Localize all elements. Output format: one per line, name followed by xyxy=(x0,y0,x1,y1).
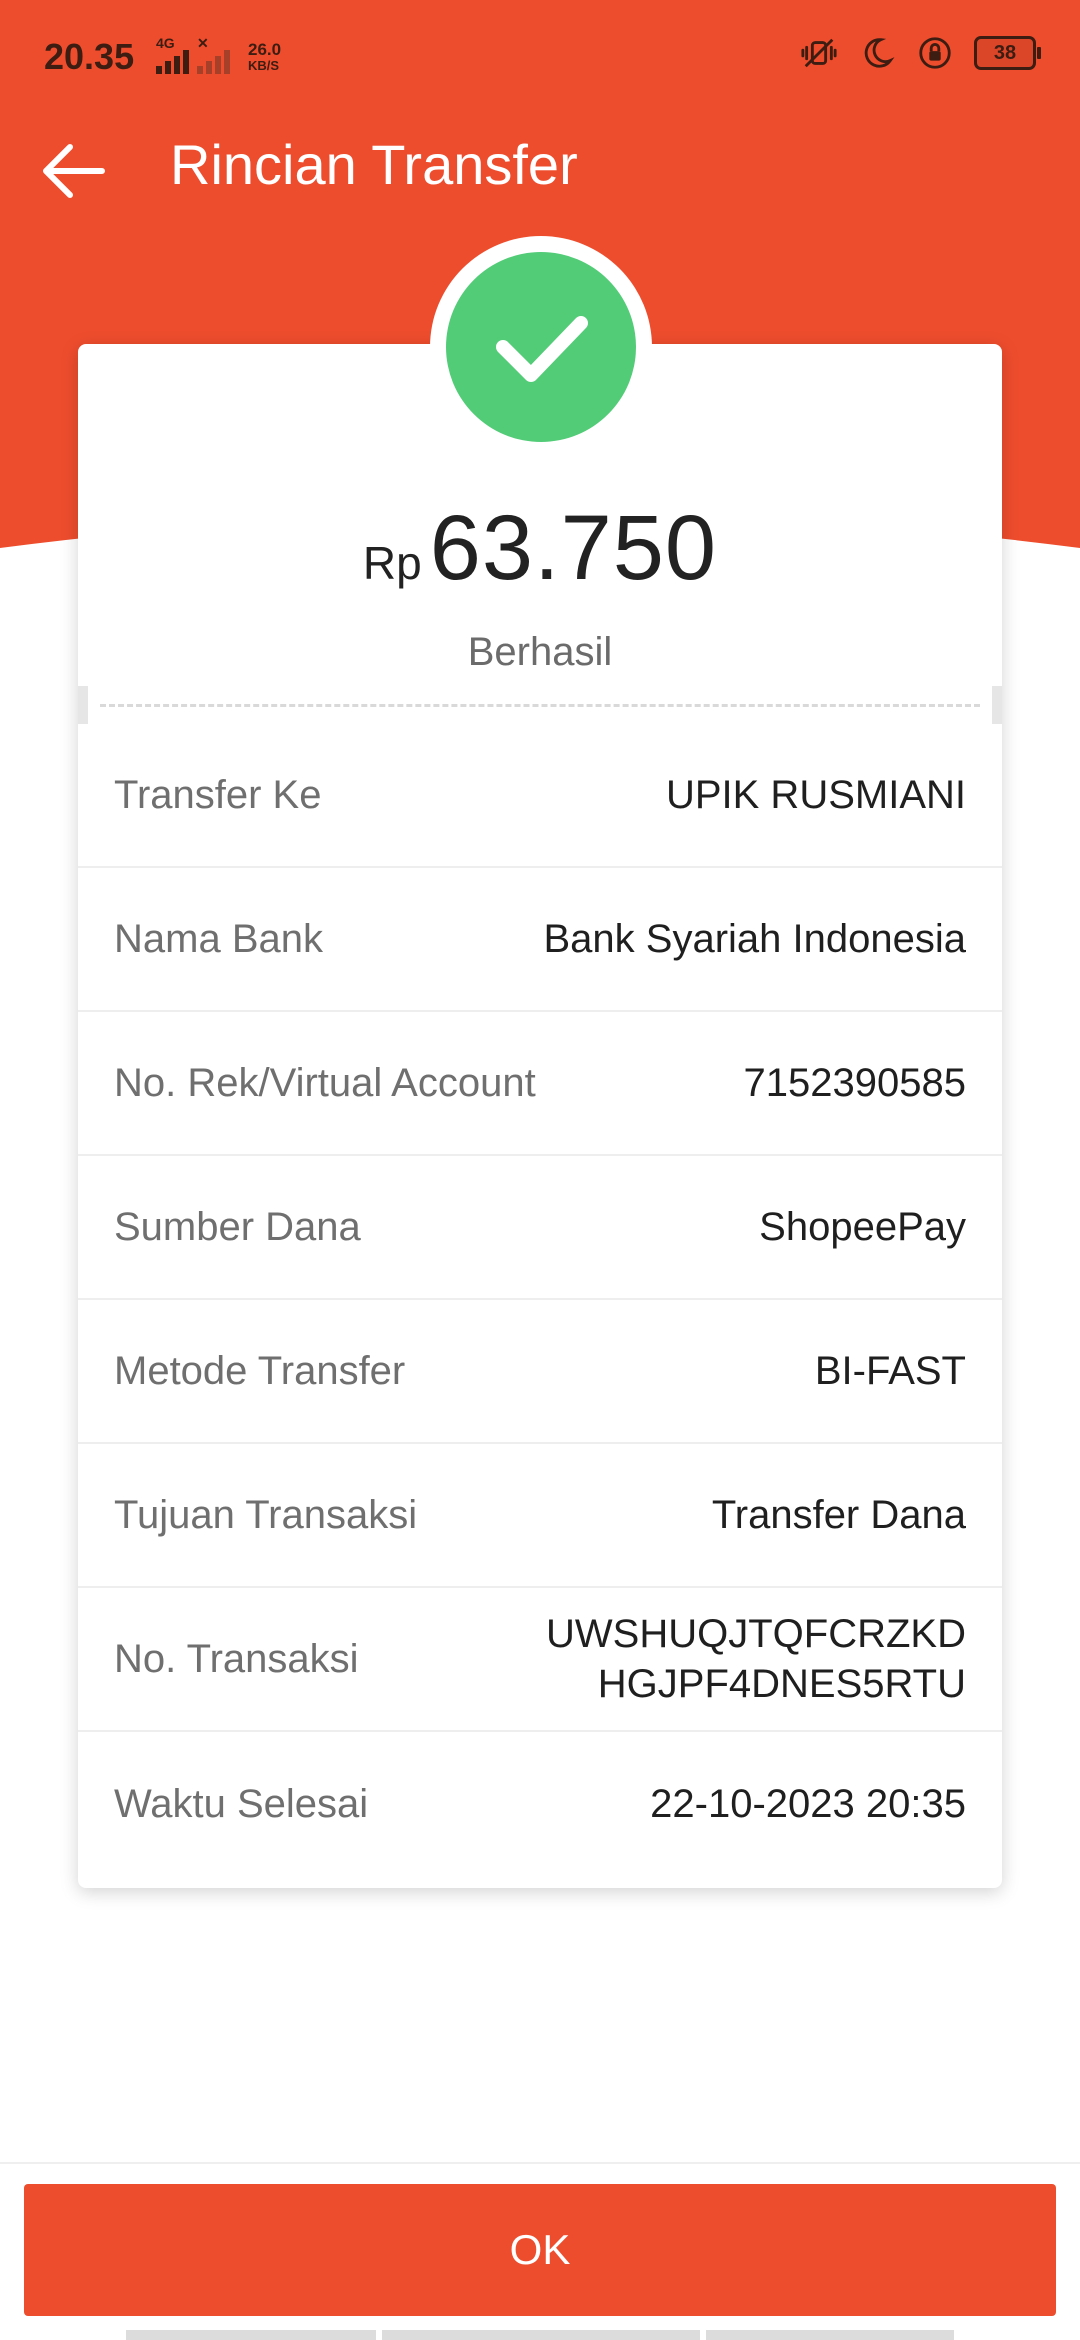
detail-label: No. Rek/Virtual Account xyxy=(114,1060,536,1105)
detail-value: UPIK RUSMIANI xyxy=(665,772,966,817)
ok-button[interactable]: OK xyxy=(24,2184,1056,2316)
detail-label: Sumber Dana xyxy=(114,1204,361,1249)
status-time: 20.35 xyxy=(44,36,135,77)
detail-value: ShopeePay xyxy=(759,1204,966,1249)
speed-unit: KB/S xyxy=(248,58,280,73)
network-type-label: 4G xyxy=(156,35,175,51)
detail-value: 22-10-2023 20:35 xyxy=(650,1781,966,1826)
detail-value: 7152390585 xyxy=(743,1060,966,1105)
signal-strength-2-icon xyxy=(197,50,230,74)
battery-icon: 38 xyxy=(974,36,1041,70)
detail-label: Metode Transfer xyxy=(114,1348,406,1393)
speed-value: 26.0 xyxy=(248,40,282,59)
status-right-icons: 38 xyxy=(800,34,1041,72)
bottom-divider xyxy=(0,2162,1080,2164)
detail-row-metode-transfer: Metode Transfer BI-FAST xyxy=(78,1300,1002,1444)
detail-row-sumber-dana: Sumber Dana ShopeePay xyxy=(78,1156,1002,1300)
signal-group-1: 4G xyxy=(156,36,189,74)
rotation-lock-icon xyxy=(919,37,951,69)
transfer-amount: Rp63.750 xyxy=(0,496,1080,601)
success-badge xyxy=(430,236,652,458)
check-icon xyxy=(496,316,588,382)
nav-hint-right xyxy=(706,2330,954,2340)
detail-list: Transfer Ke UPIK RUSMIANI Nama Bank Bank… xyxy=(78,724,1002,1876)
transaction-id-value: UWSHUQJTQFCRZKD HGJPF4DNES5RTU xyxy=(546,1609,966,1709)
detail-row-no-transaksi: No. Transaksi UWSHUQJTQFCRZKD HGJPF4DNES… xyxy=(78,1588,1002,1732)
detail-value: Bank Syariah Indonesia xyxy=(543,916,967,961)
status-bar: 20.35 4G ✕ 26.0 KB/S 38 xyxy=(0,0,1080,110)
transfer-status: Berhasil xyxy=(467,630,613,674)
dashed-divider xyxy=(100,704,980,707)
transaction-id-line-1: UWSHUQJTQFCRZKD xyxy=(546,1612,966,1656)
detail-label: Waktu Selesai xyxy=(114,1781,369,1826)
detail-row-nama-bank: Nama Bank Bank Syariah Indonesia xyxy=(78,868,1002,1012)
amount-value: 63.750 xyxy=(429,497,718,599)
detail-label: Transfer Ke xyxy=(114,772,322,817)
detail-row-no-rek: No. Rek/Virtual Account 7152390585 xyxy=(78,1012,1002,1156)
battery-level: 38 xyxy=(993,41,1017,64)
app-bar: Rincian Transfer xyxy=(0,120,1080,210)
detail-row-transfer-ke: Transfer Ke UPIK RUSMIANI xyxy=(78,724,1002,868)
card-notch-left xyxy=(78,686,88,724)
amount-currency: Rp xyxy=(362,537,422,589)
signal-strength-icon xyxy=(156,50,189,74)
page-title: Rincian Transfer xyxy=(170,133,578,196)
card-notch-right xyxy=(992,686,1002,724)
detail-label: No. Transaksi xyxy=(114,1636,359,1681)
back-arrow-icon[interactable] xyxy=(36,134,110,208)
nav-hint-center xyxy=(382,2330,700,2340)
no-signal-mark-icon: ✕ xyxy=(197,35,209,51)
vibrate-icon xyxy=(801,38,837,68)
network-indicators: 4G ✕ 26.0 KB/S xyxy=(156,36,281,74)
success-circle xyxy=(446,252,636,442)
transaction-id-line-2: HGJPF4DNES5RTU xyxy=(597,1662,966,1706)
detail-row-waktu-selesai: Waktu Selesai 22-10-2023 20:35 xyxy=(78,1732,1002,1876)
detail-value: Transfer Dana xyxy=(711,1492,966,1537)
nav-hint-left xyxy=(126,2330,376,2340)
detail-label: Tujuan Transaksi xyxy=(114,1492,418,1537)
detail-value: BI-FAST xyxy=(814,1348,966,1393)
signal-group-2: ✕ xyxy=(197,36,230,74)
do-not-disturb-moon-icon xyxy=(864,38,895,68)
network-speed: 26.0 KB/S xyxy=(238,40,282,74)
detail-row-tujuan-transaksi: Tujuan Transaksi Transfer Dana xyxy=(78,1444,1002,1588)
detail-label: Nama Bank xyxy=(114,916,323,961)
